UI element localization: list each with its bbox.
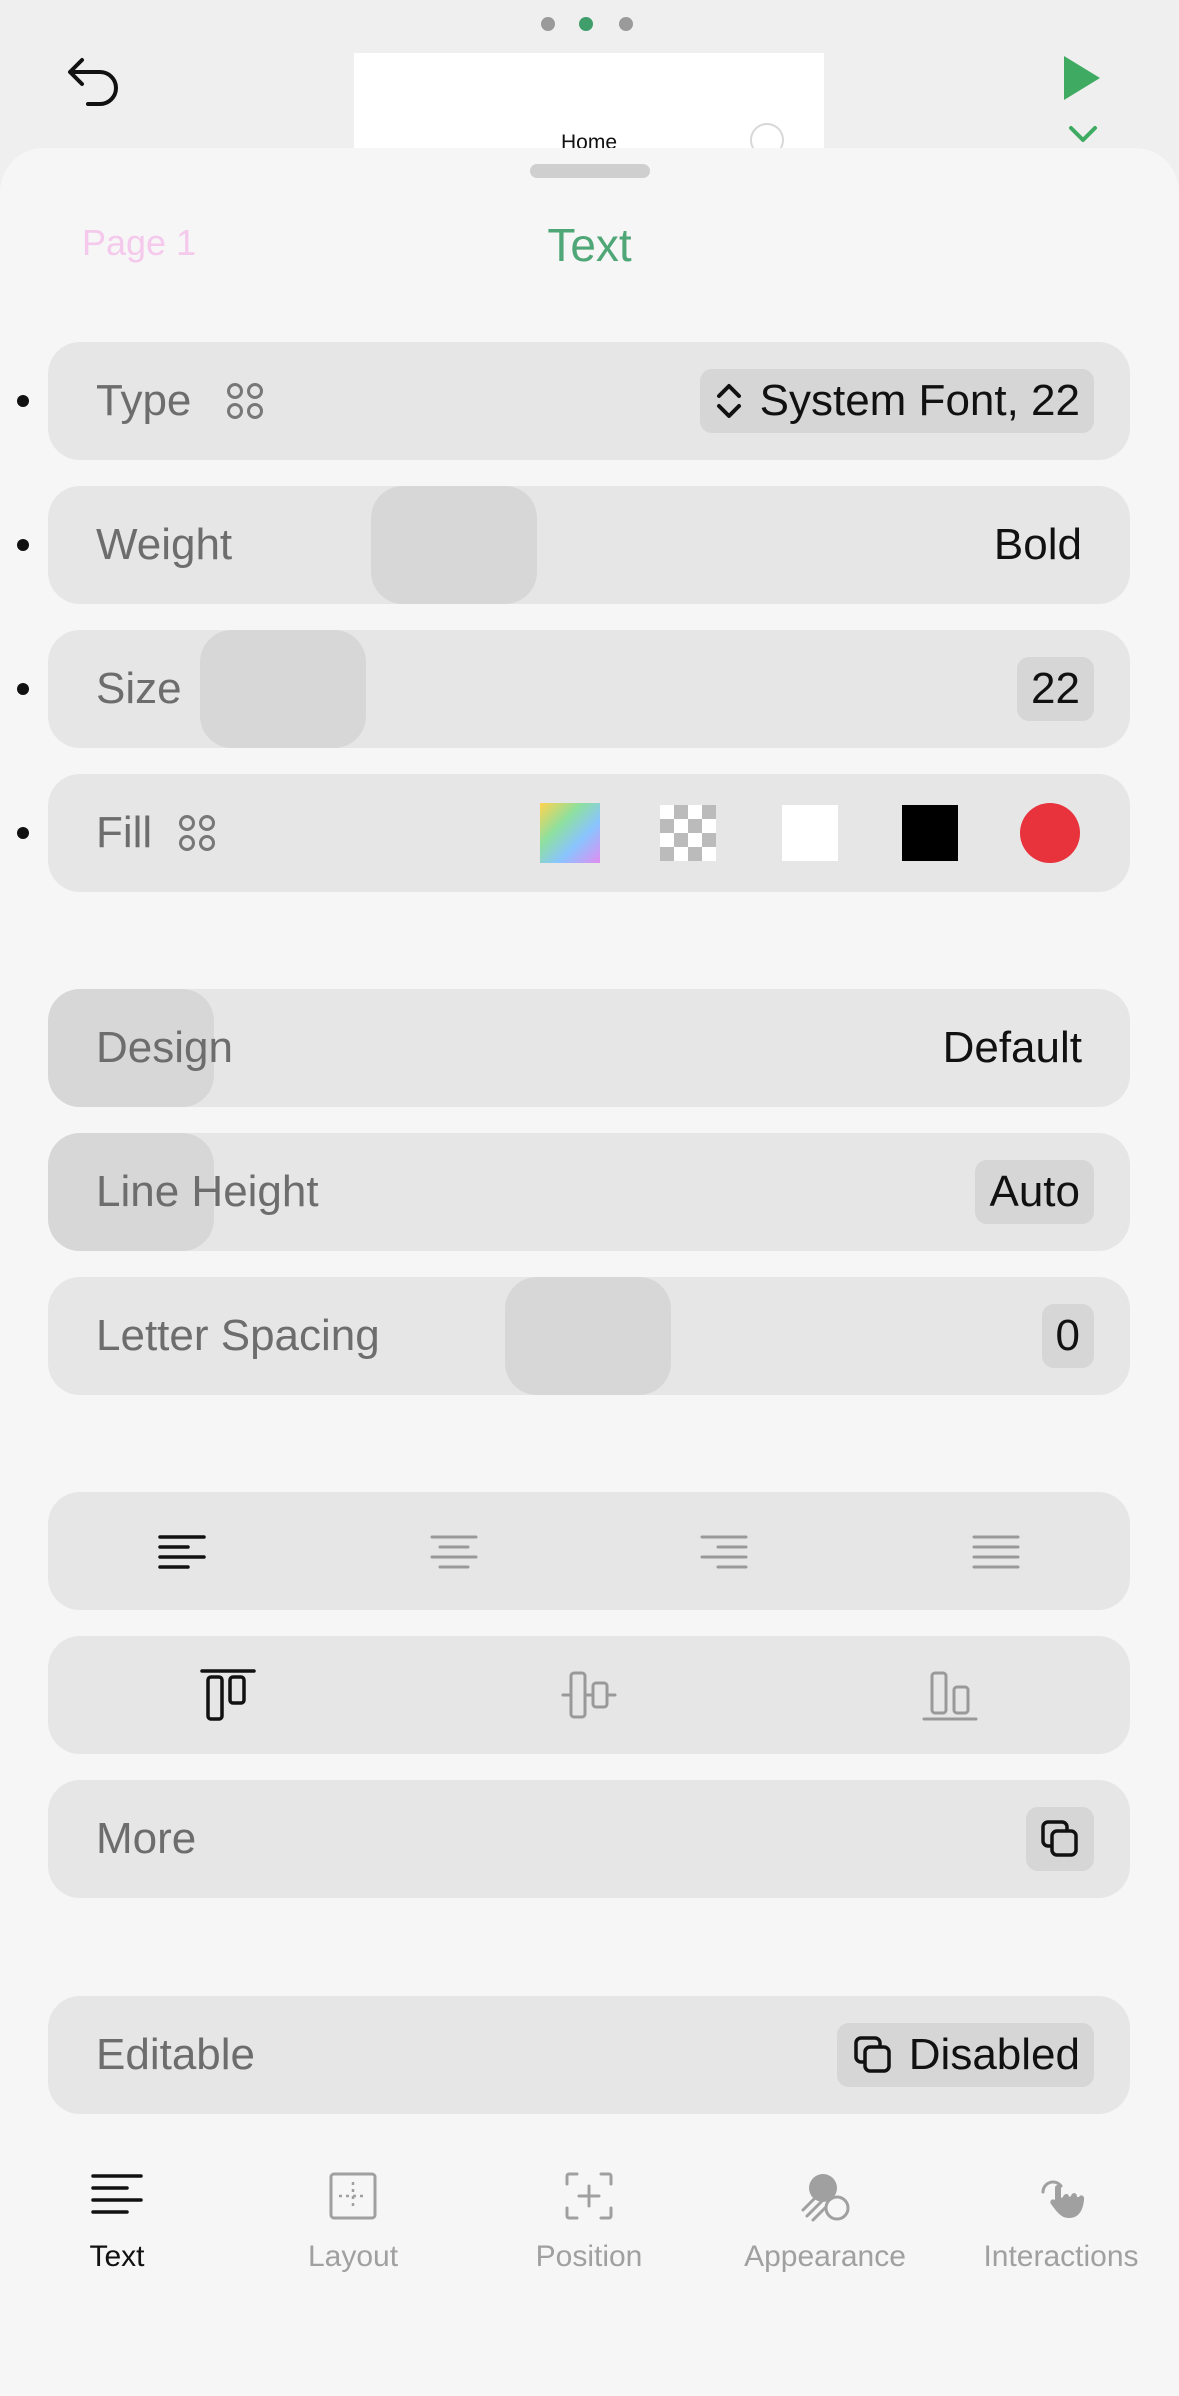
copy-icon <box>854 2036 891 2073</box>
bullet-marker <box>17 827 29 839</box>
tab-label: Position <box>535 2240 643 2273</box>
align-left-icon[interactable] <box>152 1521 212 1581</box>
appearance-icon <box>801 2174 850 2222</box>
type-label: Type <box>96 376 192 425</box>
grid-dots-icon[interactable] <box>178 814 216 852</box>
editable-toggle[interactable]: Disabled <box>836 2023 1094 2087</box>
align-middle-icon[interactable] <box>559 1665 619 1725</box>
tab-label: Appearance <box>744 2240 906 2273</box>
fill-label: Fill <box>96 808 153 857</box>
editable-label: Editable <box>96 2030 256 2079</box>
tab-label: Layout <box>307 2240 399 2273</box>
more-row[interactable]: More <box>48 1780 1130 1898</box>
play-button[interactable] <box>1062 54 1102 102</box>
undo-button[interactable] <box>62 52 126 116</box>
tab-text[interactable]: Text <box>0 2168 234 2274</box>
touch-highlight <box>505 1277 671 1395</box>
bullet-marker <box>17 683 29 695</box>
align-right-icon[interactable] <box>694 1521 754 1581</box>
line-height-label: Line Height <box>96 1167 319 1216</box>
letter-spacing-value[interactable]: 0 <box>1041 1304 1094 1368</box>
tab-layout[interactable]: Layout <box>236 2168 470 2274</box>
more-button[interactable] <box>1026 1807 1094 1871</box>
size-row[interactable]: Size 22 <box>48 630 1130 748</box>
type-value: System Font, 22 <box>759 376 1080 425</box>
page-dot[interactable] <box>619 17 633 31</box>
hand-tap-icon <box>1041 2180 1085 2218</box>
size-label: Size <box>96 664 182 713</box>
line-height-value[interactable]: Auto <box>975 1160 1094 1224</box>
red-swatch-selected[interactable] <box>1020 803 1080 863</box>
align-justify-icon[interactable] <box>966 1521 1026 1581</box>
letter-spacing-label: Letter Spacing <box>96 1311 380 1360</box>
black-swatch[interactable] <box>902 805 958 861</box>
position-icon <box>565 2172 613 2220</box>
align-top-icon[interactable] <box>198 1665 258 1725</box>
design-label: Design <box>96 1023 233 1072</box>
tab-position[interactable]: Position <box>472 2168 706 2274</box>
vertical-alignment-row <box>48 1636 1130 1754</box>
design-row[interactable]: Design Default <box>48 989 1130 1107</box>
type-row[interactable]: Type System Font, 22 <box>48 342 1130 460</box>
sheet-grabber[interactable] <box>530 164 650 178</box>
copy-icon <box>1041 1820 1078 1857</box>
text-lines-icon <box>91 2174 143 2214</box>
touch-highlight <box>371 486 537 604</box>
line-height-row[interactable]: Line Height Auto <box>48 1133 1130 1251</box>
page-dot-active[interactable] <box>579 17 593 31</box>
align-bottom-icon[interactable] <box>920 1665 980 1725</box>
editable-value: Disabled <box>908 2030 1080 2079</box>
gradient-swatch[interactable] <box>540 803 600 863</box>
chevron-down-icon[interactable] <box>1068 124 1098 144</box>
white-swatch[interactable] <box>782 805 838 861</box>
align-center-icon[interactable] <box>424 1521 484 1581</box>
play-icon <box>1064 56 1100 100</box>
fill-row[interactable]: Fill <box>48 774 1130 892</box>
grid-dots-icon[interactable] <box>226 382 264 420</box>
weight-value[interactable]: Bold <box>994 520 1082 570</box>
sheet-title: Text <box>547 219 632 271</box>
undo-icon <box>68 58 118 106</box>
weight-label: Weight <box>96 520 233 569</box>
editable-row[interactable]: Editable Disabled <box>48 1996 1130 2114</box>
bullet-marker <box>17 395 29 407</box>
touch-highlight <box>200 630 366 748</box>
page-indicator <box>541 17 639 31</box>
up-down-chevron-icon <box>716 384 741 418</box>
transparent-swatch[interactable] <box>660 805 716 861</box>
design-value[interactable]: Default <box>943 1023 1082 1073</box>
font-picker[interactable]: System Font, 22 <box>699 369 1094 433</box>
weight-row[interactable]: Weight Bold <box>48 486 1130 604</box>
layout-icon <box>329 2172 377 2220</box>
tab-label: Text <box>89 2240 145 2273</box>
tab-appearance[interactable]: Appearance <box>708 2168 942 2274</box>
tab-label: Interactions <box>983 2240 1139 2273</box>
more-label: More <box>96 1814 197 1863</box>
letter-spacing-row[interactable]: Letter Spacing 0 <box>48 1277 1130 1395</box>
page-dot[interactable] <box>541 17 555 31</box>
tab-interactions[interactable]: Interactions <box>944 2168 1178 2274</box>
size-value[interactable]: 22 <box>1017 657 1094 721</box>
bullet-marker <box>17 539 29 551</box>
text-alignment-row <box>48 1492 1130 1610</box>
